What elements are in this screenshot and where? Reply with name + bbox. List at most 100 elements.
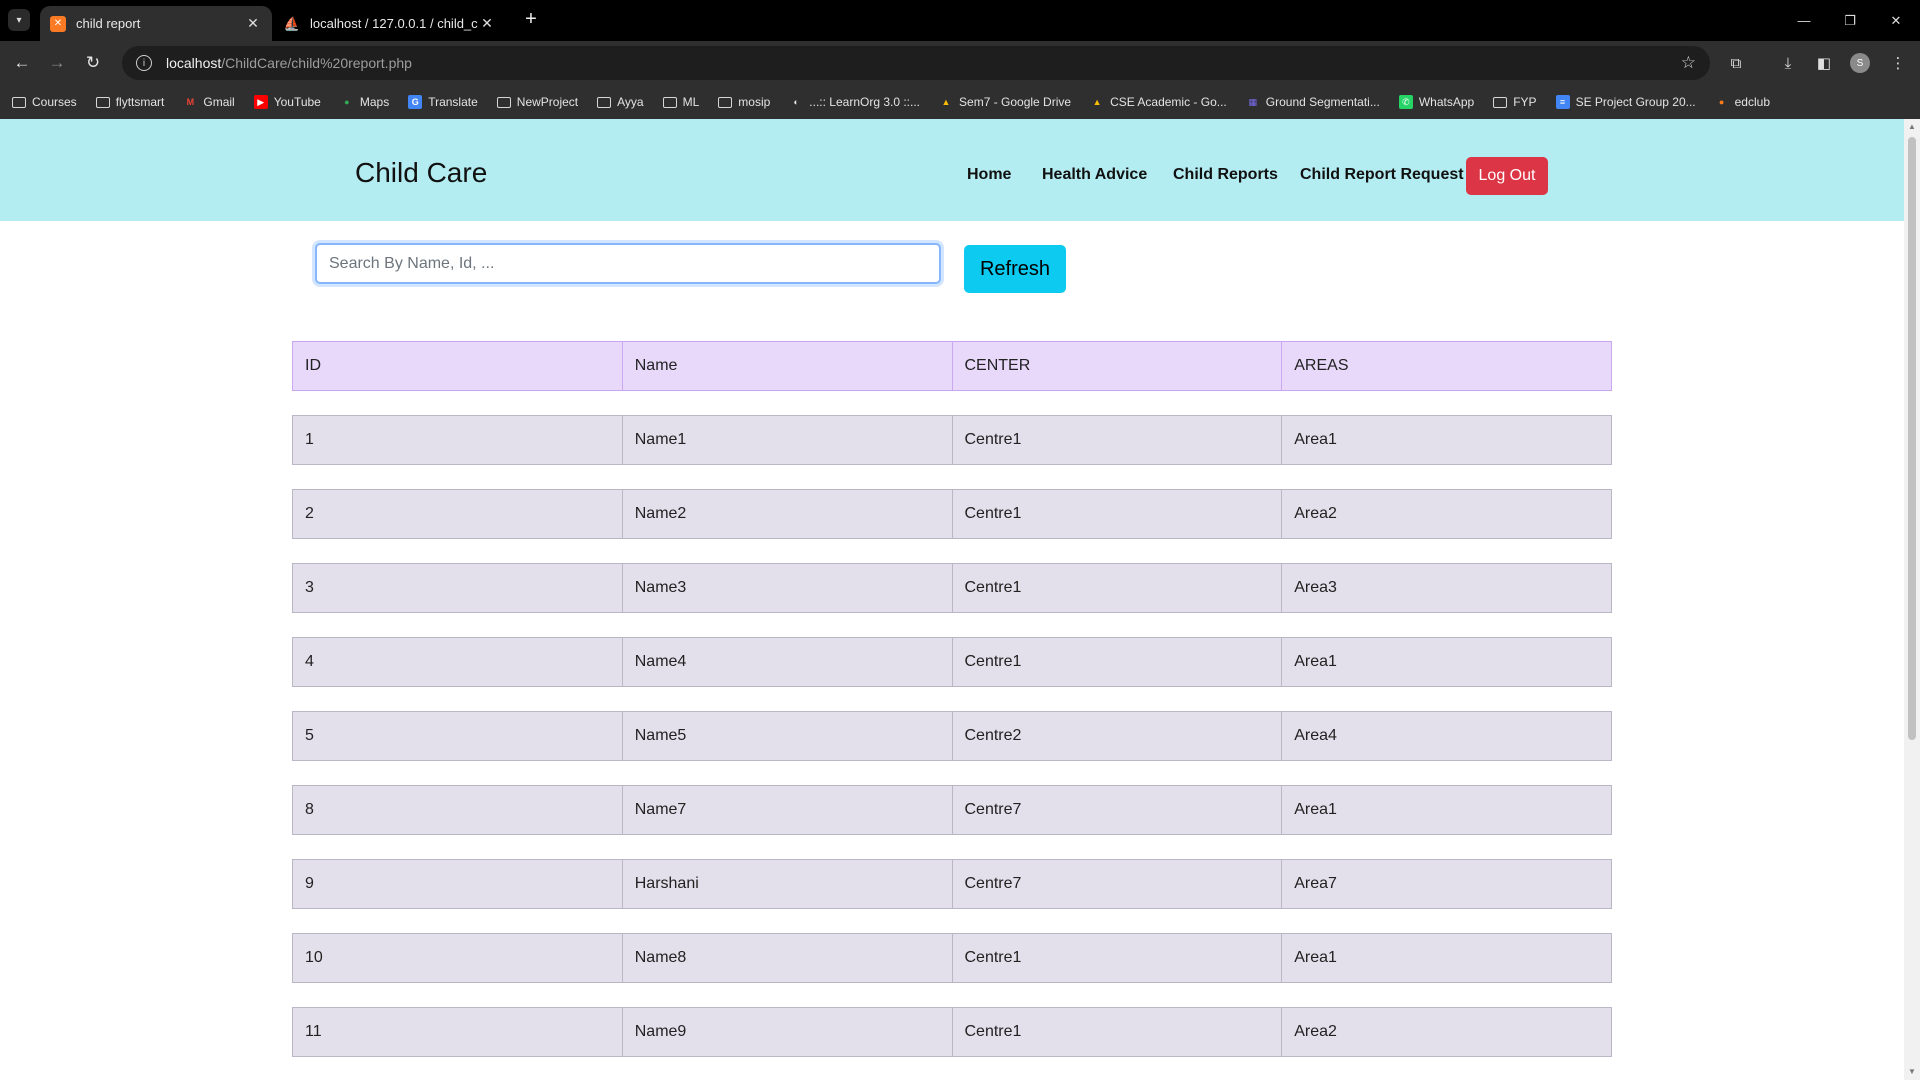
bookmark-item[interactable]: M Gmail xyxy=(183,95,235,109)
folder-icon xyxy=(496,95,511,109)
side-panel-icon[interactable]: ◧ xyxy=(1812,51,1836,75)
minimize-icon[interactable]: — xyxy=(1782,0,1826,41)
close-window-icon[interactable]: ✕ xyxy=(1874,0,1918,41)
bookmark-item[interactable]: Ayya xyxy=(597,95,644,109)
back-arrow-icon[interactable]: ← xyxy=(10,51,34,75)
bookmark-label: FYP xyxy=(1513,95,1537,109)
logout-button[interactable]: Log Out xyxy=(1466,157,1548,195)
tab-title: child report xyxy=(76,16,141,31)
bookmark-item[interactable]: ● Maps xyxy=(340,95,389,109)
cell-id: 5 xyxy=(292,711,623,761)
bookmark-star-icon[interactable]: ☆ xyxy=(1681,53,1696,73)
new-tab-plus-icon[interactable]: + xyxy=(520,9,542,31)
refresh-button[interactable]: Refresh xyxy=(964,245,1066,293)
close-tab-icon[interactable]: ✕ xyxy=(478,15,496,33)
tab-search-button[interactable]: ▾ xyxy=(8,9,30,31)
bookmark-item[interactable]: ▲ Sem7 - Google Drive xyxy=(939,95,1072,109)
tab-phpmyadmin[interactable]: ⛵ localhost / 127.0.0.1 / child_care ✕ xyxy=(274,6,506,41)
download-icon[interactable]: ⤓ xyxy=(1776,51,1800,75)
bookmark-item[interactable]: ◐ ...:: LearnOrg 3.0 ::... xyxy=(789,95,920,109)
gmail-icon: M xyxy=(186,97,195,107)
cell-id: 8 xyxy=(292,785,623,835)
tab-child-report[interactable]: ✕ child report ✕ xyxy=(40,6,272,41)
bookmark-item[interactable]: FYP xyxy=(1493,95,1537,109)
table-row: 10 Name8 Centre1 Area1 xyxy=(292,933,1612,983)
tab-title: localhost / 127.0.0.1 / child_care xyxy=(310,16,478,31)
cell-areas: Area7 xyxy=(1281,859,1612,909)
cell-areas: Area2 xyxy=(1281,489,1612,539)
bookmark-label: WhatsApp xyxy=(1418,95,1475,109)
cell-name: Name4 xyxy=(621,637,953,687)
profile-avatar[interactable]: S xyxy=(1850,53,1870,73)
whatsapp-icon: ✆ xyxy=(1398,95,1413,109)
nav-home[interactable]: Home xyxy=(967,166,1011,184)
bookmark-item[interactable]: NewProject xyxy=(496,95,579,109)
restore-icon[interactable]: ❐ xyxy=(1828,0,1872,41)
bookmark-item[interactable]: Courses xyxy=(12,95,77,109)
translate-icon: G xyxy=(408,95,423,109)
nav-child-report-request[interactable]: Child Report Request xyxy=(1300,166,1464,184)
folder-icon xyxy=(597,95,612,109)
nav-health-advice[interactable]: Health Advice xyxy=(1042,166,1147,184)
folder-icon xyxy=(662,95,677,109)
bookmark-label: flyttsmart xyxy=(115,95,165,109)
table-row: 9 Harshani Centre7 Area7 xyxy=(292,859,1612,909)
maps-icon: ● xyxy=(344,97,350,107)
bookmark-label: Translate xyxy=(428,95,478,109)
bookmark-label: Ayya xyxy=(617,95,644,109)
cell-areas: Area4 xyxy=(1281,711,1612,761)
cell-center: Centre1 xyxy=(951,489,1283,539)
extensions-icon[interactable]: ⧉ xyxy=(1724,51,1748,75)
browser-toolbar: ← → ↻ i localhost/ChildCare/child%20repo… xyxy=(0,41,1920,85)
nav-child-reports[interactable]: Child Reports xyxy=(1173,166,1278,184)
edclub-icon: ● xyxy=(1718,97,1725,107)
cell-areas: Area1 xyxy=(1281,785,1612,835)
scroll-up-arrow-icon[interactable]: ▲ xyxy=(1907,122,1917,132)
bookmark-label: edclub xyxy=(1734,95,1770,109)
cell-center: Centre1 xyxy=(951,637,1283,687)
table-row: 2 Name2 Centre1 Area2 xyxy=(292,489,1612,539)
cell-areas: Area1 xyxy=(1281,933,1612,983)
column-header-areas: AREAS xyxy=(1281,341,1612,391)
scroll-down-arrow-icon[interactable]: ▼ xyxy=(1907,1067,1917,1077)
bookmark-item[interactable]: ≡ SE Project Group 20... xyxy=(1555,95,1696,109)
bookmark-item[interactable]: mosip xyxy=(718,95,770,109)
cell-name: Name1 xyxy=(621,415,953,465)
close-tab-icon[interactable]: ✕ xyxy=(244,15,262,33)
cell-center: Centre1 xyxy=(951,1007,1283,1057)
menu-kebab-icon[interactable]: ⋮ xyxy=(1886,51,1910,75)
reload-icon[interactable]: ↻ xyxy=(81,51,105,75)
drive-icon: ▲ xyxy=(1092,97,1102,107)
brand-title[interactable]: Child Care xyxy=(355,157,487,189)
bookmark-item[interactable]: G Translate xyxy=(408,95,478,109)
bookmark-item[interactable]: ✆ WhatsApp xyxy=(1398,95,1475,109)
bookmark-label: mosip xyxy=(738,95,771,109)
page-viewport: Child Care Home Health Advice Child Repo… xyxy=(0,119,1920,1080)
cell-name: Name7 xyxy=(621,785,953,835)
forward-arrow-icon[interactable]: → xyxy=(45,51,69,75)
page-scrollbar[interactable]: ▲ ▼ xyxy=(1904,119,1920,1080)
cell-areas: Area3 xyxy=(1281,563,1612,613)
cell-id: 11 xyxy=(292,1007,623,1057)
sheet-icon: ▦ xyxy=(1248,96,1258,107)
cell-name: Name8 xyxy=(621,933,953,983)
search-input[interactable] xyxy=(315,243,941,284)
cell-name: Harshani xyxy=(621,859,953,909)
cell-id: 2 xyxy=(292,489,623,539)
bookmark-item[interactable]: ▶ YouTube xyxy=(253,95,321,109)
address-bar[interactable]: i localhost/ChildCare/child%20report.php… xyxy=(122,46,1710,80)
bookmark-label: NewProject xyxy=(516,95,579,109)
site-info-icon[interactable]: i xyxy=(136,55,152,71)
bookmark-item[interactable]: ML xyxy=(662,95,699,109)
cell-name: Name2 xyxy=(621,489,953,539)
scrollbar-thumb[interactable] xyxy=(1908,137,1916,740)
cell-center: Centre1 xyxy=(951,933,1283,983)
cell-name: Name5 xyxy=(621,711,953,761)
bookmark-item[interactable]: ● edclub xyxy=(1715,95,1770,109)
bookmark-item[interactable]: flyttsmart xyxy=(95,95,165,109)
drive-icon: ▲ xyxy=(941,97,951,107)
bookmark-item[interactable]: ▲ CSE Academic - Go... xyxy=(1090,95,1227,109)
bookmark-label: Gmail xyxy=(203,95,235,109)
bookmark-item[interactable]: ▦ Ground Segmentati... xyxy=(1246,95,1380,109)
cell-name: Name9 xyxy=(621,1007,953,1057)
